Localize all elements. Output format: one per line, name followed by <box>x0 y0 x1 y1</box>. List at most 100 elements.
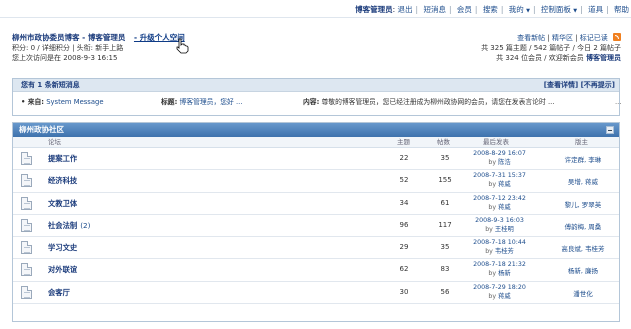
last-poster-link[interactable]: 韦桂芳 <box>495 248 514 255</box>
moderators[interactable]: 高良斌, 韦桂芳 <box>553 243 613 253</box>
last-poster-link[interactable]: 蒋威 <box>498 204 511 211</box>
pm-from-link[interactable]: System Message <box>46 98 103 106</box>
new-message-panel: 您有 1 条新短消息 [查看详情] [不再提示] • 来自: System Me… <box>12 78 622 116</box>
today-count: (2) <box>80 220 91 230</box>
moderators[interactable]: 潘世化 <box>553 288 613 298</box>
stats-posts: 共 325 篇主题 / 542 篇帖子 / 今日 2 篇帖子 <box>481 44 621 52</box>
last-post: 2008-7-29 18:20 by 蒋威 <box>473 283 526 300</box>
rss-icon[interactable] <box>613 33 621 41</box>
pm-more: ... <box>615 98 622 106</box>
last-post: 2008-9-3 16:03 by 王桂明 <box>475 216 524 233</box>
forum-name-link[interactable]: 文教卫体 <box>48 199 77 208</box>
digest-link[interactable]: 精华区 <box>552 34 573 42</box>
chevron-down-icon: ▼ <box>573 8 578 14</box>
last-poster-link[interactable]: 杨新 <box>498 270 511 277</box>
forum-icon <box>21 196 32 210</box>
forum-title-link[interactable]: 柳州市政协委员博客 - 博客管理员 <box>12 33 125 42</box>
search-link[interactable]: 搜索 <box>483 5 498 14</box>
moderators[interactable]: 黎儿, 罗翠英 <box>553 199 613 209</box>
forum-icon <box>21 152 32 165</box>
topic-count: 52 <box>399 176 409 185</box>
last-post: 2008-7-18 10:44 by 韦桂芳 <box>473 239 526 256</box>
col-topics: 主题 <box>397 138 410 146</box>
last-poster-link[interactable]: 蒋威 <box>498 181 511 188</box>
post-count: 56 <box>440 287 450 296</box>
forum-row: 对外联谊 62 83 2008-7-18 21:32 by 杨新 杨新, 廉扬 <box>13 259 619 282</box>
forum-name-link[interactable]: 学习文史 <box>48 243 77 252</box>
post-count: 61 <box>440 198 450 207</box>
post-count: 117 <box>438 220 452 229</box>
col-forum: 论坛 <box>48 138 61 146</box>
pm-title: 您有 1 条新短消息 <box>21 81 80 89</box>
last-post: 2008-7-18 21:32 by 杨新 <box>473 261 526 278</box>
forum-name-link[interactable]: 提案工作 <box>48 154 77 163</box>
user-info: 柳州市政协委员博客 - 博客管理员 - 升级个人空间 积分: 0 / 详细积分 … <box>12 33 332 63</box>
col-posts: 帖数 <box>437 138 450 146</box>
topic-count: 96 <box>399 220 409 229</box>
post-count: 35 <box>440 154 450 162</box>
divider <box>0 17 631 18</box>
top-bar: 博客管理员: 退出 | 短消息 | 会员 | 搜索 | 我的 ▼ | 控制面板 ▼ | 道具… <box>0 2 631 18</box>
moderators[interactable]: 吴增, 蒋威 <box>553 176 613 186</box>
col-moderators: 版主 <box>575 138 588 146</box>
category-title-link[interactable]: 柳州政协社区 <box>19 125 64 134</box>
tools-link[interactable]: 道具 <box>588 5 603 14</box>
my-menu-link[interactable]: 我的 ▼ <box>509 5 530 14</box>
last-post-date-link[interactable]: 2008-7-12 23:42 <box>473 195 526 202</box>
forum-name-link[interactable]: 对外联谊 <box>48 265 77 274</box>
forum-stats: 查看新帖 | 精华区 | 标记已读 共 325 篇主题 / 542 篇帖子 / … <box>481 33 621 62</box>
last-post: 2008-8-29 16:07 by 陈浩 <box>473 150 526 166</box>
moderators[interactable]: 许定群, 李琳 <box>553 154 613 164</box>
forum-name-link[interactable]: 社会法制 <box>48 221 77 230</box>
forum-name-link[interactable]: 会客厅 <box>48 288 70 297</box>
last-post-date-link[interactable]: 2008-7-18 21:32 <box>473 261 526 268</box>
view-details-link[interactable]: [查看详情] <box>544 81 578 89</box>
forum-row: 社会法制 (2) 96 117 2008-9-3 16:03 by 王桂明 傅韵梅… <box>13 215 619 238</box>
forum-icon <box>21 174 32 188</box>
pm-subject-link[interactable]: 博客管理员，您好 ... <box>179 98 242 106</box>
forum-rows: 提案工作 22 35 2008-8-29 16:07 by 陈浩 许定群, 李琳… <box>13 148 619 305</box>
new-member-link[interactable]: 博客管理员 <box>586 54 621 62</box>
column-header: 论坛 主题 帖数 最后发表 版主 <box>13 137 619 148</box>
last-poster-link[interactable]: 陈浩 <box>498 159 511 166</box>
control-panel-link[interactable]: 控制面板 ▼ <box>541 5 577 14</box>
forum-name-link[interactable]: 经济科技 <box>48 176 77 185</box>
last-post-date-link[interactable]: 2008-7-31 15:37 <box>473 172 526 179</box>
last-poster-link[interactable]: 王桂明 <box>495 226 514 233</box>
col-last-post: 最后发表 <box>483 138 509 146</box>
post-count: 83 <box>440 265 450 274</box>
last-post-date-link[interactable]: 2008-8-29 16:07 <box>473 150 526 157</box>
last-post-date-link[interactable]: 2008-7-29 18:20 <box>473 284 526 291</box>
last-poster-link[interactable]: 蒋威 <box>498 293 511 300</box>
topic-count: 62 <box>399 265 409 274</box>
forum-row: 会客厅 30 56 2008-7-29 18:20 by 蒋威 潘世化 <box>13 282 619 305</box>
collapse-icon[interactable] <box>606 126 614 134</box>
messages-link[interactable]: 短消息 <box>423 5 446 14</box>
forum-row: 提案工作 22 35 2008-8-29 16:07 by 陈浩 许定群, 李琳 <box>13 148 619 171</box>
hand-cursor-icon <box>176 38 189 54</box>
logout-link[interactable]: 退出 <box>398 5 413 14</box>
new-posts-link[interactable]: 查看新帖 <box>517 34 545 42</box>
mark-read-link[interactable]: 标记已读 <box>580 34 608 42</box>
forum-icon <box>21 218 32 232</box>
points-line: 积分: 0 / 详细积分 | 头衔: 新手上路 <box>12 44 124 52</box>
forum-icon <box>21 241 32 255</box>
forum-row: 经济科技 52 155 2008-7-31 15:37 by 蒋威 吴增, 蒋威 <box>13 170 619 193</box>
moderators[interactable]: 傅韵梅, 周桑 <box>553 221 613 231</box>
last-post: 2008-7-12 23:42 by 蒋威 <box>473 194 526 211</box>
chevron-down-icon: ▼ <box>526 8 530 14</box>
forum-row: 文教卫体 34 61 2008-7-12 23:42 by 蒋威 黎儿, 罗翠英 <box>13 193 619 215</box>
last-post-date-link[interactable]: 2008-9-3 16:03 <box>475 217 524 224</box>
stats-members: 共 324 位会员 / 欢迎新会员 <box>496 54 584 62</box>
no-prompt-link[interactable]: [不再提示] <box>581 81 615 89</box>
last-post-date-link[interactable]: 2008-7-18 10:44 <box>473 239 526 246</box>
members-link[interactable]: 会员 <box>457 5 472 14</box>
username-label: 博客管理员 <box>355 5 393 14</box>
forum-icon <box>21 285 32 299</box>
post-count: 155 <box>438 176 452 185</box>
user-menu: 博客管理员: 退出 | 短消息 | 会员 | 搜索 | 我的 ▼ | 控制面板 ▼ | 道具… <box>355 5 629 14</box>
moderators[interactable]: 杨新, 廉扬 <box>553 265 613 275</box>
last-visit: 您上次访问是在 2008-9-3 16:15 <box>12 54 118 62</box>
help-link[interactable]: 帮助 <box>614 5 629 14</box>
forum-row: 学习文史 29 35 2008-7-18 10:44 by 韦桂芳 高良斌, 韦… <box>13 237 619 260</box>
